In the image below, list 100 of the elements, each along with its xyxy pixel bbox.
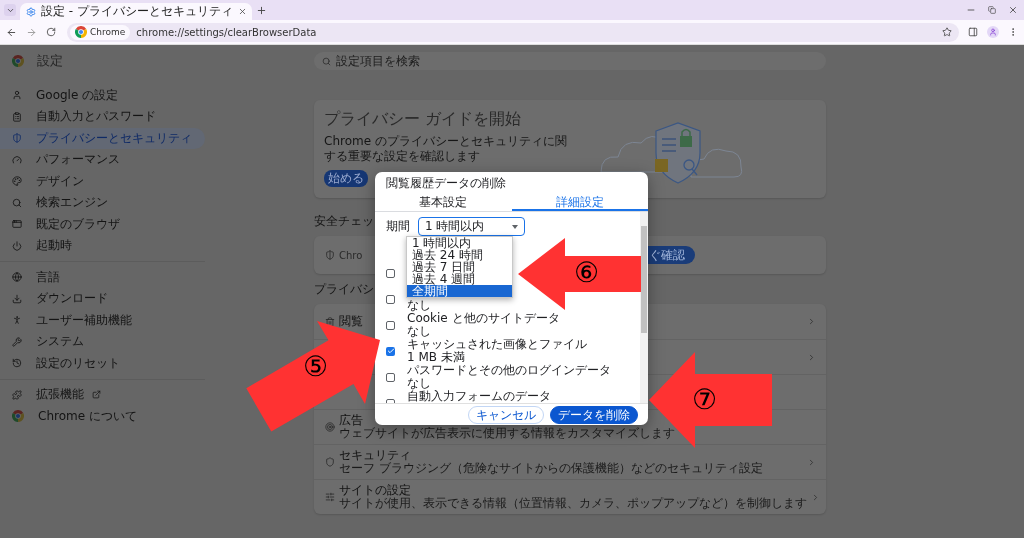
step-number: ⑤ — [303, 352, 328, 382]
reload-button[interactable] — [46, 27, 56, 37]
nav-item[interactable]: 既定のブラウザ — [0, 213, 205, 235]
safety-check-text: Chro — [339, 249, 363, 261]
clipboard-icon — [12, 111, 22, 122]
nav-item[interactable]: パフォーマンス — [0, 149, 205, 171]
search-icon — [322, 56, 331, 66]
tab-title: 設定 - プライバシーとセキュリティ — [41, 3, 233, 20]
nav-item[interactable]: プライバシーとセキュリティ — [0, 127, 205, 149]
gauge-icon — [12, 154, 22, 165]
nav-item[interactable]: 自動入力とパスワード — [0, 106, 205, 128]
tab-search-button[interactable] — [4, 4, 16, 16]
wrench-icon — [12, 336, 22, 347]
person-icon — [12, 315, 22, 326]
nav-item[interactable]: 検索エンジン — [0, 192, 205, 214]
start-button[interactable]: 始める — [324, 170, 368, 187]
delete-data-button[interactable]: データを削除 — [550, 405, 638, 424]
row-title: セキュリティ — [339, 448, 411, 462]
palette-icon — [12, 176, 22, 187]
new-tab-button[interactable] — [256, 4, 267, 16]
period-label: 期間 — [386, 218, 410, 235]
cancel-button[interactable]: キャンセル — [468, 405, 544, 424]
nav-item[interactable]: 拡張機能 — [0, 384, 205, 406]
checkbox[interactable] — [386, 372, 395, 382]
step-number: ⑦ — [692, 385, 717, 415]
shield-icon — [12, 133, 22, 144]
dialog-title: 閲覧履歴データの削除 — [385, 174, 507, 192]
back-icon — [6, 26, 17, 38]
item-subtitle: なし — [407, 324, 431, 338]
nav-item[interactable]: 設定のリセット — [0, 352, 205, 374]
external-link-icon — [92, 390, 101, 400]
logo-icon — [12, 410, 24, 423]
dropdown-option[interactable]: 過去 24 時間 — [407, 249, 512, 261]
nav-item[interactable]: デザイン — [0, 170, 205, 192]
user-icon — [12, 90, 22, 101]
step-number: ⑥ — [574, 258, 599, 288]
bookmark-star-button[interactable] — [942, 27, 952, 37]
logo-icon — [12, 55, 24, 67]
row-title: サイトの設定 — [339, 483, 411, 497]
nav-item[interactable]: システム — [0, 331, 205, 353]
logo-icon — [75, 26, 87, 38]
nav-item[interactable]: 言語 — [0, 266, 205, 288]
site-chip[interactable]: Chrome — [70, 24, 131, 40]
scrollbar[interactable] — [640, 212, 648, 403]
profile-button[interactable] — [987, 26, 999, 38]
url-text: chrome://settings/clearBrowserData — [136, 26, 318, 38]
nav-item[interactable]: ダウンロード — [0, 288, 205, 310]
search-field[interactable]: 設定項目を検索 — [314, 52, 826, 70]
item-title: Cookie と他のサイトデータ — [407, 311, 560, 325]
tab[interactable]: 詳細設定 — [511, 194, 648, 211]
section-heading: プライバシ — [314, 282, 374, 296]
download-icon — [12, 293, 22, 304]
nav-item[interactable]: 起動時 — [0, 235, 205, 257]
gear-icon — [26, 6, 36, 17]
star-icon — [942, 27, 952, 37]
nav-item[interactable]: ユーザー補助機能 — [0, 309, 205, 331]
settings-title: 設定 — [37, 52, 63, 70]
restore-button[interactable] — [988, 5, 996, 15]
power-icon — [12, 240, 22, 251]
search-icon — [12, 197, 22, 208]
checkbox[interactable] — [386, 294, 395, 304]
close-icon — [237, 7, 247, 16]
item-title: 自動入力フォームのデータ — [407, 389, 551, 403]
row-description: サイトが使用、表示できる情報（位置情報、カメラ、ポップアップなど）を制御します — [339, 496, 807, 510]
close-icon — [1008, 5, 1018, 15]
forward-button[interactable] — [26, 26, 37, 38]
restore-icon — [988, 6, 996, 14]
item-subtitle: 1 MB 未満 — [407, 350, 465, 364]
window-icon — [12, 219, 22, 230]
tab[interactable]: 基本設定 — [375, 194, 512, 211]
nav-item[interactable]: Chrome について — [0, 405, 205, 427]
trash-icon — [325, 316, 335, 327]
close-button[interactable] — [1008, 5, 1018, 15]
side-panel-button[interactable] — [968, 27, 978, 37]
close-tab-button[interactable] — [237, 7, 247, 16]
row-title: 広告 — [339, 413, 363, 427]
row-title: 閲覧 — [339, 314, 363, 328]
dropdown-option[interactable]: 過去 7 日間 — [407, 261, 512, 273]
shield-icon — [325, 250, 335, 260]
item-subtitle: なし — [407, 376, 431, 390]
reload-icon — [46, 27, 56, 37]
item-subtitle: なし — [407, 298, 431, 312]
puzzle-icon — [12, 389, 22, 400]
history-icon — [12, 358, 22, 369]
item-title: パスワードとその他のログインデータ — [407, 363, 611, 377]
target-icon — [325, 422, 335, 432]
address-bar[interactable]: Chrome chrome://settings/clearBrowserData — [67, 22, 959, 42]
row-description: ウェブサイトが広告表示に使用する情報をカスタマイズします — [339, 426, 675, 440]
plus-icon — [256, 4, 267, 16]
back-button[interactable] — [6, 26, 17, 38]
checkbox[interactable] — [386, 320, 395, 330]
checkbox[interactable] — [386, 268, 395, 278]
browser-tab[interactable]: 設定 - プライバシーとセキュリティ — [20, 3, 252, 20]
checkbox[interactable] — [386, 346, 395, 356]
dropdown-option[interactable]: 過去 4 週間 — [407, 273, 512, 285]
scrollbar-thumb[interactable] — [641, 226, 647, 333]
dropdown-option[interactable]: 全期間 — [407, 285, 512, 297]
dropdown-option[interactable]: 1 時間以内 — [407, 237, 512, 249]
sliders-icon — [325, 492, 335, 502]
nav-item[interactable]: Google の設定 — [0, 84, 205, 106]
